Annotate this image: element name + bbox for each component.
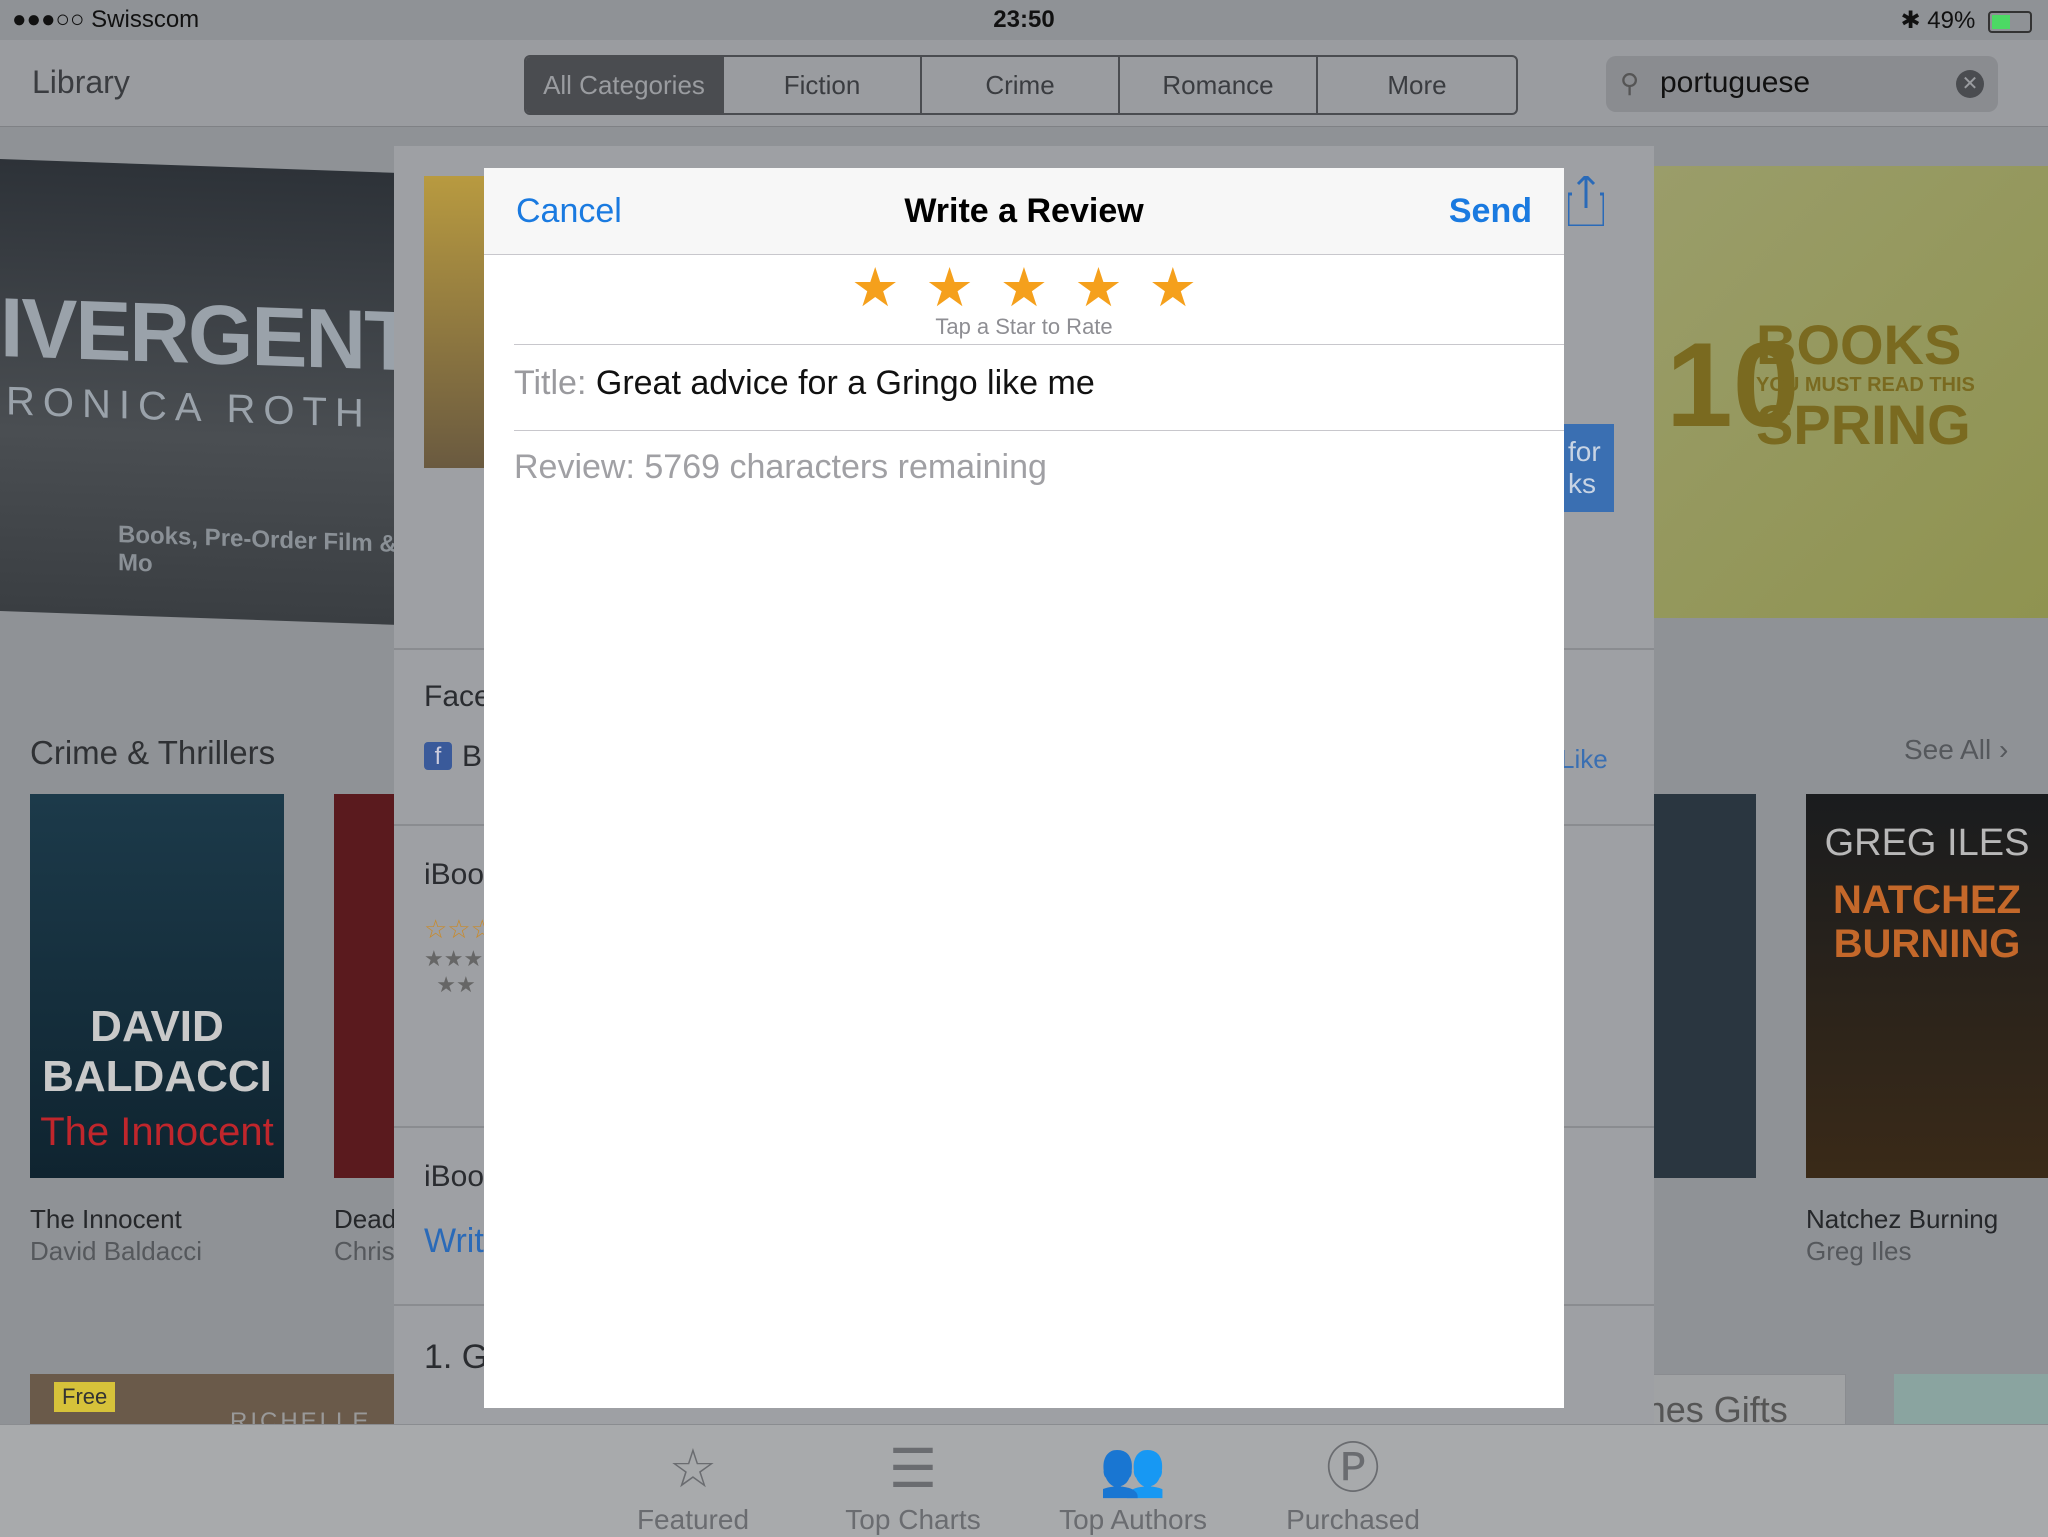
tab-top-charts[interactable]: ☰ Top Charts bbox=[818, 1424, 1008, 1536]
banner-heading: BOOKS YOU MUST READ THIS SPRING bbox=[1756, 316, 1975, 454]
banner-caption: Books, Pre-Order Film & Mo bbox=[118, 521, 397, 578]
tab-label: Purchased bbox=[1286, 1504, 1420, 1535]
list-icon: ☰ bbox=[888, 1439, 938, 1499]
bluetooth-icon: ✱ bbox=[1900, 7, 1921, 34]
search-field[interactable]: ⚲ portuguese ✕ bbox=[1606, 56, 1998, 112]
library-button[interactable]: Library bbox=[32, 64, 130, 101]
clear-search-icon[interactable]: ✕ bbox=[1956, 70, 1984, 98]
facebook-icon: f bbox=[424, 742, 452, 770]
write-review-link[interactable]: Writ bbox=[424, 1222, 484, 1261]
book-cover-natchez-burning[interactable]: GREG ILES NATCHEZ BURNING bbox=[1806, 794, 2048, 1178]
title-label: Title: bbox=[514, 364, 587, 402]
tab-featured[interactable]: ☆ Featured bbox=[598, 1424, 788, 1536]
book-cover-partial[interactable] bbox=[1654, 794, 1756, 1178]
shelf-title: Crime & Thrillers bbox=[30, 734, 276, 771]
star-3-icon[interactable]: ★ bbox=[1000, 258, 1048, 318]
modal-title: Write a Review bbox=[904, 192, 1144, 230]
battery-percent: 49% bbox=[1927, 7, 1976, 34]
send-button[interactable]: Send bbox=[1449, 192, 1532, 231]
share-icon[interactable] bbox=[1568, 176, 1604, 226]
star-2-icon[interactable]: ★ bbox=[925, 258, 973, 318]
tab-label: Top Authors bbox=[1059, 1504, 1207, 1535]
segment-romance[interactable]: Romance bbox=[1120, 57, 1318, 113]
chevron-right-icon: › bbox=[1998, 734, 2009, 765]
segment-more[interactable]: More bbox=[1318, 57, 1516, 113]
search-icon: ⚲ bbox=[1620, 68, 1640, 98]
rating-hint: Tap a Star to Rate bbox=[935, 314, 1113, 339]
banner-books: BOOKS bbox=[1756, 313, 1962, 376]
book-author[interactable]: Chris bbox=[334, 1236, 395, 1267]
book-title[interactable]: Natchez Burning bbox=[1806, 1204, 1998, 1235]
cover-author: GREG ILES bbox=[1824, 822, 2030, 864]
status-bar: ●●●○○ Swisscom 23:50 ✱ 49% bbox=[0, 0, 2048, 40]
banner-author: RONICA ROTH bbox=[6, 379, 372, 436]
tab-purchased[interactable]: Ⓟ Purchased bbox=[1258, 1424, 1448, 1536]
cover-title: NATCHEZ BURNING bbox=[1832, 878, 2022, 966]
tab-label: Featured bbox=[636, 1504, 750, 1535]
book-cover-the-innocent[interactable]: DAVID BALDACCI The Innocent bbox=[30, 794, 284, 1178]
star-1-icon[interactable]: ★ bbox=[851, 258, 899, 318]
tab-top-authors[interactable]: 👥 Top Authors bbox=[1038, 1424, 1228, 1536]
clock: 23:50 bbox=[993, 6, 1055, 33]
see-all-link[interactable]: See All › bbox=[1904, 734, 2008, 766]
banner-title: IVERGENT bbox=[0, 280, 414, 389]
segment-fiction[interactable]: Fiction bbox=[724, 57, 922, 113]
facebook-like-button[interactable]: Like bbox=[1560, 744, 1608, 775]
star-4-icon[interactable]: ★ bbox=[1074, 258, 1122, 318]
divider bbox=[514, 344, 1564, 345]
banner-spring: SPRING bbox=[1756, 393, 1971, 456]
popover-book-cover bbox=[424, 176, 484, 468]
book-title[interactable]: The Innocent bbox=[30, 1204, 182, 1235]
facebook-text: B bbox=[462, 740, 483, 773]
free-badge: Free bbox=[54, 1382, 116, 1412]
review-title-field[interactable]: Title: Great advice for a Gringo like me bbox=[514, 364, 1095, 403]
see-all-label: See All bbox=[1904, 734, 1992, 765]
battery-icon bbox=[1988, 10, 2032, 33]
purchased-icon: Ⓟ bbox=[1326, 1439, 1380, 1499]
star-icon: ☆ bbox=[668, 1439, 718, 1499]
title-input[interactable]: Great advice for a Gringo like me bbox=[596, 364, 1095, 402]
star-5-icon[interactable]: ★ bbox=[1149, 258, 1197, 318]
review-item: 1. G bbox=[424, 1338, 489, 1376]
ibooks-reviews-heading: iBoo bbox=[424, 1160, 485, 1193]
popover-blue-button[interactable]: for ks bbox=[1560, 424, 1614, 512]
segment-crime[interactable]: Crime bbox=[922, 57, 1120, 113]
tab-bar bbox=[0, 1424, 2048, 1537]
book-author[interactable]: David Baldacci bbox=[30, 1236, 202, 1267]
search-input[interactable]: portuguese bbox=[1660, 66, 1810, 100]
battery-indicator: ✱ 49% bbox=[1900, 6, 2032, 35]
cover-author: DAVID BALDACCI bbox=[42, 1002, 272, 1101]
divergent-banner[interactable]: IVERGENT RONICA ROTH Books, Pre-Order Fi… bbox=[0, 159, 413, 625]
spring-books-banner[interactable]: 10 BOOKS YOU MUST READ THIS SPRING bbox=[1652, 166, 2048, 618]
ibooks-ratings-heading: iBoo bbox=[424, 858, 485, 891]
tab-label: Top Charts bbox=[845, 1504, 981, 1535]
divider bbox=[514, 430, 1564, 431]
review-body-field[interactable]: Review: 5769 characters remaining bbox=[514, 448, 1047, 487]
book-title[interactable]: Dead bbox=[334, 1204, 396, 1235]
people-icon: 👥 bbox=[1099, 1439, 1167, 1499]
segment-all-categories[interactable]: All Categories bbox=[526, 57, 724, 113]
facebook-heading: Face bbox=[424, 680, 491, 713]
star-rating[interactable]: ★ ★ ★ ★ ★ bbox=[484, 258, 1564, 318]
book-author[interactable]: Greg Iles bbox=[1806, 1236, 1912, 1267]
rating-breakdown-icon: ★★★ ★★ bbox=[424, 946, 484, 997]
category-segmented-control[interactable]: All Categories Fiction Crime Romance Mor… bbox=[524, 55, 1518, 115]
cover-title: The Innocent bbox=[40, 1110, 274, 1154]
write-review-modal: Cancel Write a Review Send ★ ★ ★ ★ ★ Tap a S… bbox=[484, 168, 1564, 1408]
